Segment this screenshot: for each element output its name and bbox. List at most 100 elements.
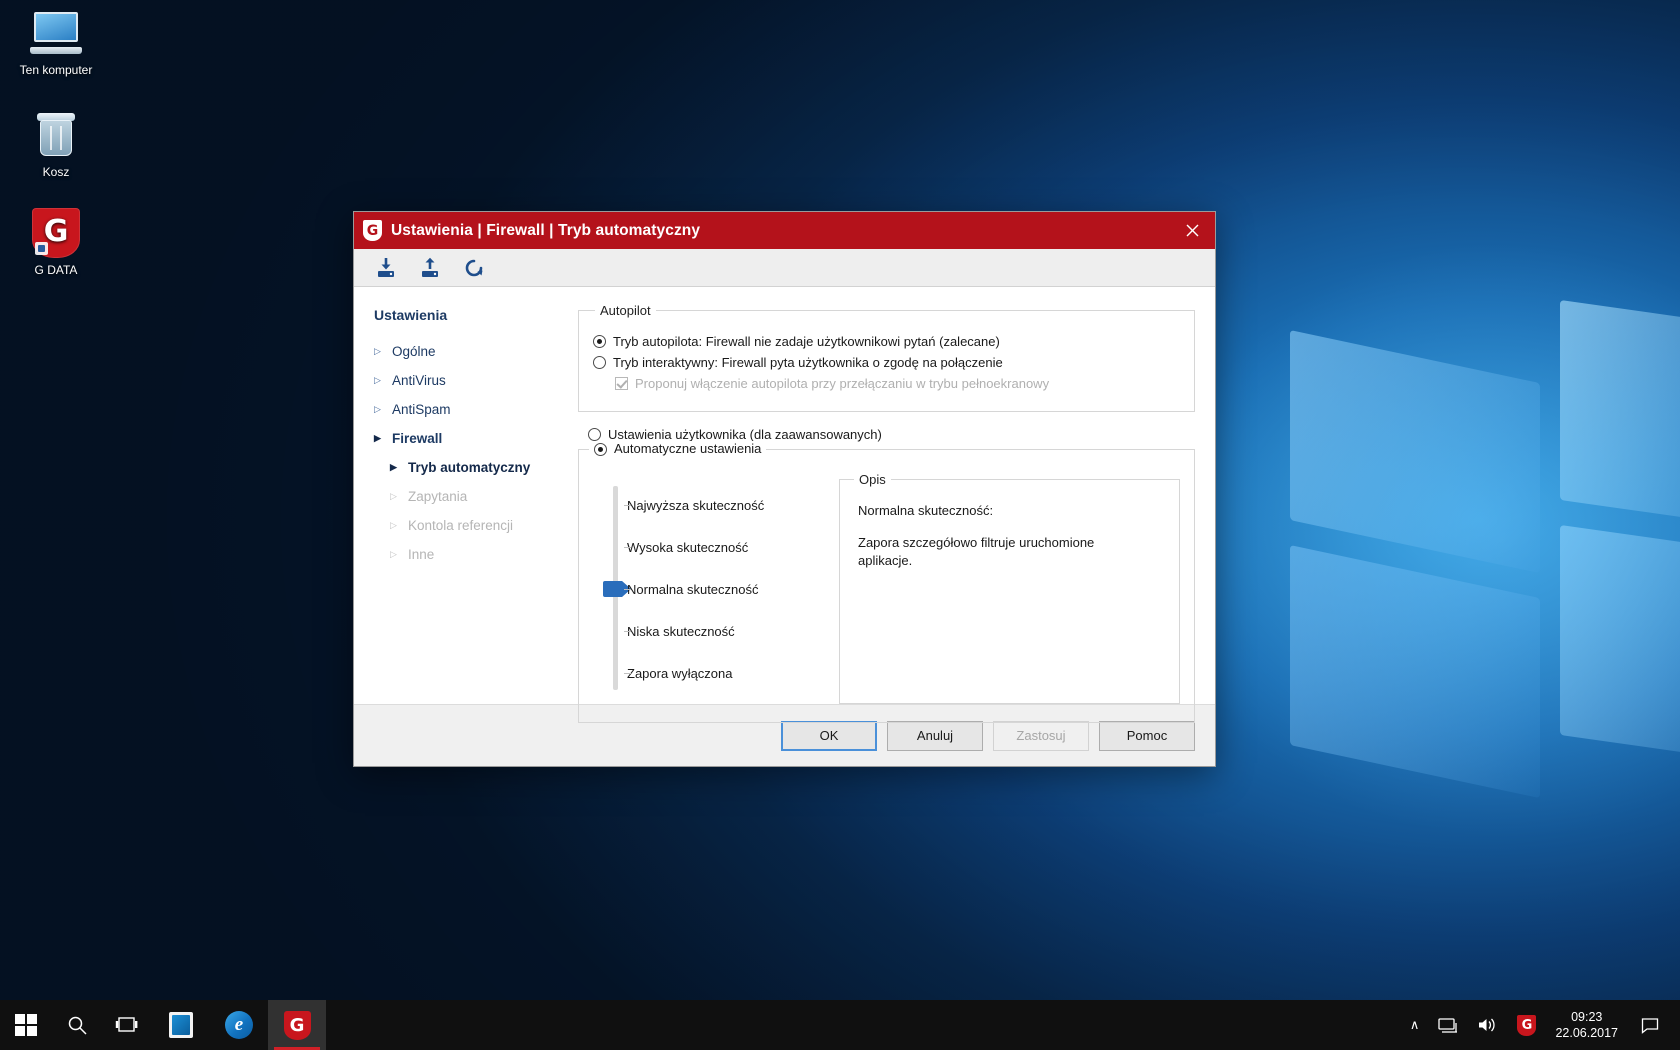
start-button[interactable] (0, 1000, 52, 1050)
slider-step[interactable]: Niska skuteczność (593, 610, 815, 652)
export-settings-button[interactable] (416, 254, 444, 282)
sidebar-item-label: Inne (408, 547, 435, 562)
close-icon[interactable] (1169, 212, 1215, 249)
radio-user-settings[interactable]: Ustawienia użytkownika (dla zaawansowany… (588, 427, 1195, 442)
radio-label: Tryb autopilota: Firewall nie zadaje uży… (613, 334, 1000, 349)
chevron-right-icon: ▶ (390, 462, 397, 472)
chevron-down-icon: ▶ (374, 433, 381, 443)
search-icon (68, 1016, 87, 1035)
close-x-glyph (1186, 224, 1198, 237)
chevron-right-icon: ▷ (390, 491, 397, 501)
notifications-button[interactable] (1632, 1000, 1668, 1050)
sidebar-title: Ustawienia (374, 307, 448, 323)
slider-tick (624, 588, 631, 590)
settings-content: Autopilot Tryb autopilota: Firewall nie … (568, 287, 1215, 723)
store-icon (169, 1012, 193, 1038)
wallpaper-ray (1290, 330, 1540, 574)
chevron-right-icon: ▷ (374, 375, 381, 385)
download-to-disk-icon (378, 257, 394, 277)
radio-indicator (593, 356, 606, 369)
slider-step[interactable]: Najwyższa skuteczność (593, 484, 815, 526)
tray-expand-button[interactable]: ∧ (1401, 1000, 1429, 1050)
radio-indicator (588, 428, 601, 441)
chevron-right-icon: ▷ (390, 520, 397, 530)
slider-step-label: Najwyższa skuteczność (627, 497, 765, 513)
taskbar-app-edge[interactable]: e (210, 1000, 268, 1050)
desktop-icon-this-pc[interactable]: Ten komputer (8, 8, 104, 78)
system-tray: ∧ G 09:23 22.06.2017 (1401, 1000, 1680, 1050)
tray-network-button[interactable] (1428, 1000, 1468, 1050)
description-legend: Opis (859, 472, 886, 487)
slider-step[interactable]: Wysoka skuteczność (593, 526, 815, 568)
sidebar-item-kontola-referencji: ▷ Kontola referencji (374, 511, 568, 540)
slider-step[interactable]: Normalna skuteczność (593, 568, 815, 610)
slider-step[interactable]: Zapora wyłączona (593, 652, 815, 694)
reset-settings-button[interactable] (460, 254, 488, 282)
slider-step-label: Niska skuteczność (627, 623, 735, 639)
slider-tick (624, 630, 631, 632)
slider-step-label: Zapora wyłączona (627, 665, 733, 681)
sidebar-item-ogolne[interactable]: ▷ Ogólne (374, 337, 568, 366)
sidebar-item-label: Ogólne (392, 344, 436, 359)
sidebar-item-inne: ▷ Inne (374, 540, 568, 569)
desktop-icon-label: Ten komputer (19, 63, 93, 77)
tray-gdata-button[interactable]: G (1508, 1000, 1545, 1050)
clock[interactable]: 09:23 22.06.2017 (1545, 1009, 1632, 1041)
dialog-titlebar[interactable]: G Ustawienia | Firewall | Tryb automatyc… (354, 212, 1215, 249)
taskbar: e G ∧ G 09:23 22.06.2017 (0, 1000, 1680, 1050)
sidebar-item-firewall[interactable]: ▶ Firewall (374, 424, 568, 453)
task-view-button[interactable] (102, 1000, 152, 1050)
sidebar-item-label: Zapytania (408, 489, 468, 504)
wallpaper-ray (1560, 300, 1680, 529)
gdata-logo-icon: G (283, 1010, 311, 1040)
sidebar-item-zapytania: ▷ Zapytania (374, 482, 568, 511)
slider-step-label: Normalna skuteczność (627, 581, 759, 597)
gdata-logo-icon: G (363, 220, 382, 241)
checkbox-fullscreen-autopilot: Proponuj włączenie autopilota przy przeł… (615, 376, 1180, 391)
dialog-body: Ustawienia ▷ Ogólne ▷ AntiVirus ▷ AntiSp… (354, 287, 1215, 723)
radio-label: Ustawienia użytkownika (dla zaawansowany… (608, 427, 882, 442)
apply-button: Zastosuj (993, 720, 1089, 751)
radio-autopilot-mode[interactable]: Tryb autopilota: Firewall nie zadaje uży… (593, 334, 1180, 349)
radio-indicator (593, 335, 606, 348)
sidebar-item-label: Tryb automatyczny (408, 460, 531, 475)
dialog-toolbar (354, 249, 1215, 287)
radio-automatic-settings[interactable]: Automatyczne ustawienia (589, 441, 767, 456)
sidebar-item-antispam[interactable]: ▷ AntiSpam (374, 395, 568, 424)
sidebar-item-tryb-automatyczny[interactable]: ▶ Tryb automatyczny (374, 453, 568, 482)
sidebar-item-antivirus[interactable]: ▷ AntiVirus (374, 366, 568, 395)
task-view-icon (115, 1017, 138, 1032)
help-button[interactable]: Pomoc (1099, 720, 1195, 751)
ok-button[interactable]: OK (781, 720, 877, 751)
import-settings-button[interactable] (372, 254, 400, 282)
desktop-icon-recycle-bin[interactable]: Kosz (8, 110, 104, 180)
chevron-right-icon: ▷ (374, 404, 381, 414)
sidebar-item-label: AntiVirus (392, 373, 446, 388)
automatic-settings-group: Automatyczne ustawienia Najwyższa skutec… (578, 441, 1195, 723)
desktop-icon-gdata[interactable]: G G DATA (8, 208, 104, 278)
security-level-slider[interactable]: Najwyższa skuteczność Wysoka skuteczność… (593, 472, 815, 704)
description-body: Zapora szczegółowo filtruje uruchomione … (858, 535, 1095, 568)
wallpaper-ray (1560, 525, 1680, 764)
taskbar-app-store[interactable] (152, 1000, 210, 1050)
search-button[interactable] (52, 1000, 102, 1050)
upload-from-disk-icon (422, 257, 438, 277)
radio-label: Automatyczne ustawienia (614, 441, 762, 456)
desktop: Ten komputer Kosz G G DATA G Ustawienia … (0, 0, 1680, 1050)
taskbar-app-gdata[interactable]: G (268, 1000, 326, 1050)
checkbox-label: Proponuj włączenie autopilota przy przeł… (635, 376, 1050, 391)
sidebar-item-label: Firewall (392, 431, 443, 446)
description-title: Normalna skuteczność: (858, 503, 994, 518)
radio-interactive-mode[interactable]: Tryb interaktywny: Firewall pyta użytkow… (593, 355, 1180, 370)
taskbar-apps: e G (152, 1000, 326, 1050)
cancel-button[interactable]: Anuluj (887, 720, 983, 751)
wallpaper-ray (1290, 545, 1540, 799)
slider-tick (624, 504, 631, 506)
chevron-right-icon: ▷ (390, 549, 397, 559)
computer-icon (8, 8, 104, 58)
recycle-bin-icon (8, 110, 104, 160)
tray-volume-button[interactable] (1468, 1000, 1508, 1050)
clock-date: 22.06.2017 (1555, 1026, 1618, 1040)
radio-indicator (594, 442, 607, 456)
chevron-right-icon: ▷ (374, 346, 381, 356)
